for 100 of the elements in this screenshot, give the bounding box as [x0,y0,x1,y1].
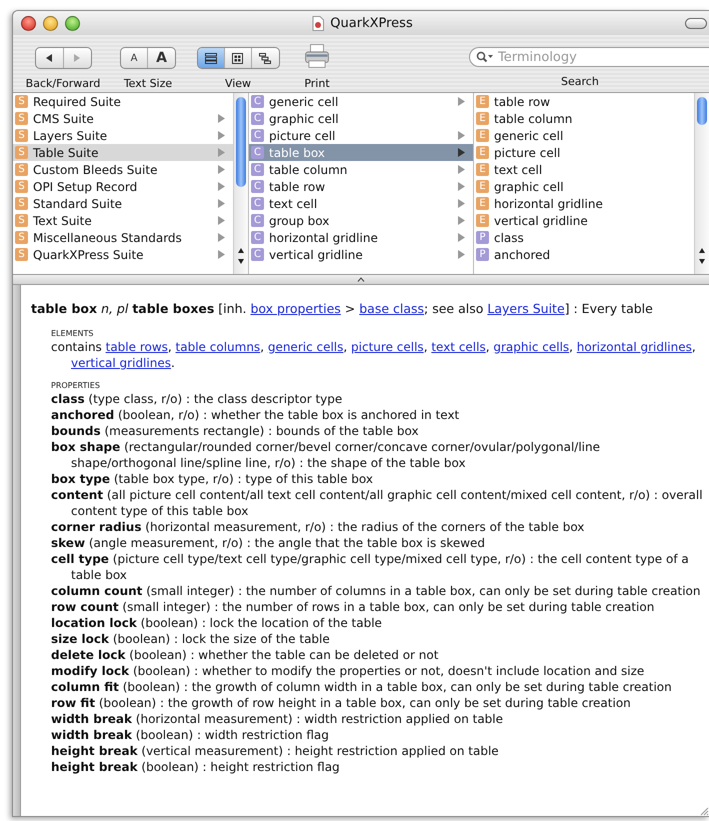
scrollbar[interactable] [694,93,709,274]
zoom-button[interactable] [65,16,80,30]
link[interactable]: table rows [106,340,168,354]
property-entry: delete lock (boolean) : whether the table can be deleted or not [51,647,440,663]
browser-item[interactable]: P anchored [474,246,694,263]
link[interactable]: base class [359,301,424,316]
browser-item[interactable]: E picture cell [474,144,694,161]
link[interactable]: Layers Suite [487,301,565,316]
badge-icon: S [15,163,28,176]
badge-icon: S [15,197,28,210]
badge-icon: E [476,180,489,193]
property-entry: column fit (boolean) : the growth of column width in a table box, can only be set during table creation [51,679,673,695]
window-title: QuarkXPress [330,16,413,30]
text-size-control[interactable]: A A [120,47,176,69]
badge-icon: S [15,112,28,125]
badge-icon: E [476,129,489,142]
text-size-button[interactable]: A [148,48,175,68]
browser-item[interactable]: C picture cell [249,127,473,144]
toolbar-label: View [224,77,252,90]
close-button[interactable] [21,16,36,30]
elements-text: , [692,340,696,354]
browser-item[interactable]: E table row [474,93,694,110]
browser-item[interactable]: S Table Suite [13,144,233,161]
browser-item[interactable]: S Layers Suite [13,127,233,144]
browser-item[interactable]: E graphic cell [474,178,694,195]
minimize-button[interactable] [43,16,58,30]
link[interactable]: picture cells [351,340,424,354]
badge-icon: E [476,214,489,227]
property-entry: width break (boolean) : width restriction flag [51,727,330,743]
browser-item[interactable]: E generic cell [474,127,694,144]
browser-item[interactable]: S QuarkXPress Suite [13,246,233,263]
link[interactable]: text cells [431,340,486,354]
hierarchy-icon [259,52,271,64]
badge-icon: E [476,197,489,210]
property-entry: box type (table box type, r/o) : type of this table box [51,471,374,487]
back-forward-control[interactable] [34,47,92,69]
scroll-arrows-icon[interactable] [698,246,706,266]
browser-item[interactable]: E horizontal gridline [474,195,694,212]
browser-item[interactable]: S Required Suite [13,93,233,110]
property-entry: height break (boolean) : height restriction flag [51,759,341,775]
splitter-handle[interactable] [13,274,709,285]
browser-item[interactable]: S OPI Setup Record [13,178,233,195]
browser-item[interactable]: C group box [249,212,473,229]
search-field[interactable]: Terminology [469,47,709,67]
badge-icon: C [251,248,264,261]
property-entry: size lock (boolean) : lock the size of the table [51,631,331,647]
scroll-arrows-icon[interactable] [237,246,245,266]
property-entry: row count (small integer) : the number of rows in a table box, can only be set during table creation [51,599,656,615]
browser-item[interactable]: C generic cell [249,93,473,110]
browser-item[interactable]: S Custom Bleeds Suite [13,161,233,178]
view-control[interactable] [196,47,280,69]
section-heading: PROPERTIES [51,381,101,391]
link[interactable]: box properties [250,301,341,316]
link[interactable]: vertical gridlines [71,356,171,370]
browser-item[interactable]: S Text Suite [13,212,233,229]
badge-icon: E [476,95,489,108]
browser-item[interactable]: C text cell [249,195,473,212]
link[interactable]: graphic cells [493,340,570,354]
badge-icon: S [15,248,28,261]
toolbar-label: Back/Forward [26,77,100,90]
resize-grip-icon[interactable] [699,806,709,816]
browser-item[interactable]: C table row [249,178,473,195]
property-entry: location lock (boolean) : lock the location of the table [51,615,383,631]
badge-icon: C [251,95,264,108]
section-heading: ELEMENTS [51,329,94,339]
property-entry: skew (angle measurement, r/o) : the angle that the table box is skewed [51,535,486,551]
view-button[interactable] [198,48,224,68]
badge-icon: C [251,129,264,142]
property-entry: column count (small integer) : the number of columns in a table box, can only be set during table creation [51,583,702,599]
elements-text: , [424,340,429,354]
link[interactable]: table columns [176,340,260,354]
toolbar-toggle-button[interactable] [685,18,707,28]
browser-item[interactable]: C table column [249,161,473,178]
browser-item[interactable]: E table column [474,110,694,127]
badge-icon: P [476,231,489,244]
browser-item[interactable]: S CMS Suite [13,110,233,127]
printer-icon[interactable] [304,43,330,69]
browser-item[interactable]: C graphic cell [249,110,473,127]
forward-arrow-icon [72,53,82,63]
badge-icon: C [251,146,264,159]
browser-item[interactable]: E vertical gridline [474,212,694,229]
browser-item[interactable]: C vertical gridline [249,246,473,263]
link[interactable]: horizontal gridlines [576,340,692,354]
scrollbar[interactable] [233,93,248,274]
browser-item[interactable]: C horizontal gridline [249,229,473,246]
grid-icon [232,52,243,64]
scroll-thumb[interactable] [236,97,246,187]
browser-item[interactable]: S Miscellaneous Standards [13,229,233,246]
badge-icon: S [15,146,28,159]
toolbar-label: Search [561,75,599,88]
scroll-thumb[interactable] [697,97,707,125]
text-size-button[interactable]: A [121,48,148,68]
link[interactable]: generic cells [268,340,344,354]
browser-item[interactable]: E text cell [474,161,694,178]
browser-item[interactable]: P class [474,229,694,246]
badge-icon: E [476,146,489,159]
elements-text: , [486,340,491,354]
badge-icon: S [15,129,28,142]
property-entry: modify lock (boolean) : whether to modify the properties or not, doesn't include location and size [51,663,646,679]
browser-item[interactable]: S Standard Suite [13,195,233,212]
